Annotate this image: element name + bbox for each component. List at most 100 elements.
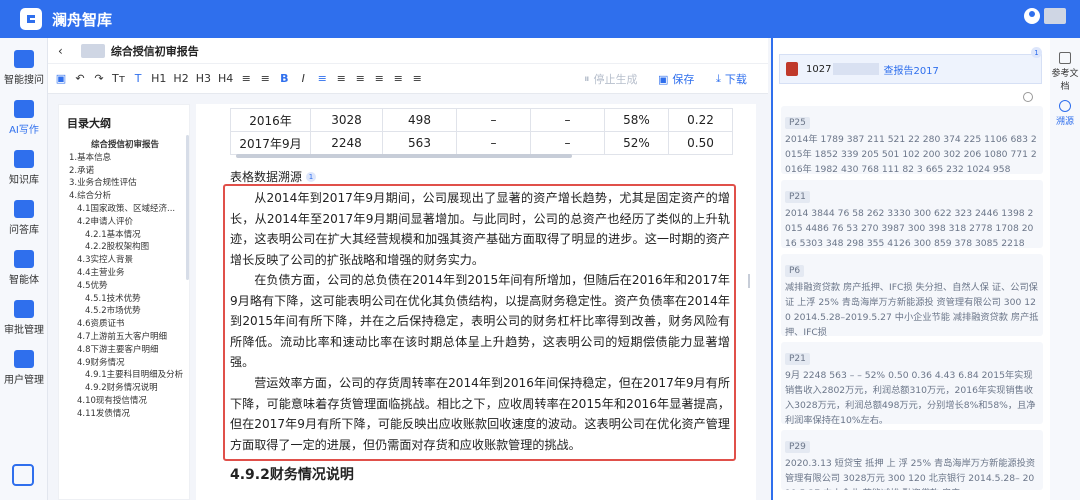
tab-reference-docs[interactable]: 参考文档 <box>1050 52 1080 92</box>
outline-item[interactable]: 4.9.2财务情况说明 <box>65 382 185 395</box>
app-title: 澜舟智库 <box>52 10 113 29</box>
reference-count-badge: 1 <box>1031 47 1042 58</box>
user-name-redacted <box>1044 8 1066 24</box>
nav-item-approval[interactable]: 审批管理 <box>0 300 48 336</box>
outline-list: 综合授信初审报告 1.基本信息 2.承诺 3.业务合规性评估 4.综合分析 4.1国家政策… <box>65 139 185 421</box>
reference-panel: 1027 查报告2017 P25 2014年 1789 387 211 521 … <box>771 38 1050 500</box>
section-label: 表格数据溯源 1 <box>230 168 317 185</box>
back-chevron-icon[interactable]: ‹ <box>58 44 63 58</box>
nav-item-knowledge-base[interactable]: 知识库 <box>0 150 48 186</box>
outline-item[interactable]: 综合授信初审报告 <box>65 139 185 152</box>
text-style-button[interactable]: T <box>132 72 144 85</box>
top-bar: 澜舟智库 <box>0 0 1080 38</box>
outline-item[interactable]: 2.承诺 <box>65 165 185 178</box>
qa-library-icon <box>14 200 34 218</box>
editor-area[interactable]: 2016年 3028 498 – – 58% 0.22 2017年9月 2248… <box>196 104 756 500</box>
undo-button[interactable]: ↶ <box>74 72 86 85</box>
user-menu[interactable] <box>1024 8 1066 24</box>
outline-item[interactable]: 4.10现有授信情况 <box>65 395 185 408</box>
reference-card[interactable]: P21 9月 2248 563 – – 52% 0.50 0.36 4.43 6… <box>781 342 1043 424</box>
align-left-button[interactable]: ≡ <box>316 72 328 85</box>
outline-item[interactable]: 4.8下游主要客户明细 <box>65 344 185 357</box>
paragraph[interactable]: 从2014年到2017年9月期间，公司展现出了显著的资产增长趋势，尤其是固定资产… <box>230 188 730 270</box>
outline-item[interactable]: 4.2.2股权架构图 <box>65 241 185 254</box>
nav-item-search[interactable]: 智能搜问 <box>0 50 48 86</box>
clear-format-button[interactable]: Tт <box>112 72 125 85</box>
align-center-button[interactable]: ≡ <box>335 72 347 85</box>
outline-item[interactable]: 4.5优势 <box>65 280 185 293</box>
chat-icon <box>14 50 34 68</box>
ai-writing-icon <box>14 100 34 118</box>
download-button[interactable]: ⤓ 下载 <box>716 71 747 87</box>
outline-item[interactable]: 4.11发债情况 <box>65 408 185 421</box>
italic-button[interactable]: I <box>297 72 309 85</box>
redo-button[interactable]: ↷ <box>93 72 105 85</box>
editor-toolbar: ▣ ↶ ↷ Tт T H1 H2 H3 H4 ≡ ≡ B I ≡ ≡ ≡ ≡ ≡… <box>48 64 768 94</box>
heading-4-button[interactable]: H4 <box>218 72 233 85</box>
outline-item[interactable]: 4.9.1主要科目明细及分析 <box>65 369 185 382</box>
outline-item[interactable]: 4.3实控人背景 <box>65 254 185 267</box>
stop-generation-button[interactable]: ⏸ 停止生成 <box>584 71 638 87</box>
reference-card[interactable]: P29 2020.3.13 短贷宝 抵押 上 浮 25% 青岛海岸万方新能源投资… <box>781 430 1043 490</box>
user-avatar-icon <box>1024 8 1040 24</box>
reference-card[interactable]: P21 2014 3844 76 58 262 3330 300 622 323… <box>781 180 1043 248</box>
user-icon <box>14 350 34 368</box>
heading-3-button[interactable]: H3 <box>196 72 211 85</box>
apps-grid-icon[interactable] <box>12 464 34 486</box>
tab-trace-source[interactable]: 溯源 <box>1050 100 1080 127</box>
table-horizontal-scrollbar[interactable] <box>236 154 572 158</box>
right-navigation: 参考文档 溯源 <box>1050 38 1080 500</box>
nav-item-agent[interactable]: 智能体 <box>0 250 48 286</box>
paragraph[interactable]: 营运效率方面，公司的存货周转率在2014年到2016年间保持稳定，但在2017年… <box>230 373 730 457</box>
financial-table: 2016年 3028 498 – – 58% 0.22 2017年9月 2248… <box>230 108 733 155</box>
list-button[interactable]: ≡ <box>392 72 404 85</box>
document-prefix-redacted <box>80 43 105 58</box>
section-heading[interactable]: 4.9.2财务情况说明 <box>230 464 354 484</box>
outline-item[interactable]: 1.基本信息 <box>65 152 185 165</box>
source-badge[interactable]: 1 <box>306 171 317 182</box>
reference-name-redacted <box>833 63 880 75</box>
approval-icon <box>14 300 34 318</box>
outline-item[interactable]: 4.4主营业务 <box>65 267 185 280</box>
reference-document[interactable]: 1027 查报告2017 <box>779 54 1042 84</box>
stop-icon: ⏸ <box>584 72 590 85</box>
heading-2-button[interactable]: H2 <box>173 72 188 85</box>
outline-item[interactable]: 4.综合分析 <box>65 190 185 203</box>
bold-button[interactable]: B <box>278 72 290 85</box>
outline-item[interactable]: 4.5.2市场优势 <box>65 305 185 318</box>
outline-item[interactable]: 4.2申请人评价 <box>65 216 185 229</box>
left-navigation: 智能搜问 AI写作 知识库 问答库 智能体 审批管理 用户管理 <box>0 38 48 500</box>
knowledge-base-icon <box>14 150 34 168</box>
nav-item-qa-library[interactable]: 问答库 <box>0 200 48 236</box>
robot-icon <box>14 250 34 268</box>
indent-increase-button[interactable]: ≡ <box>259 72 271 85</box>
reference-list: P25 2014年 1789 387 211 521 22 280 374 22… <box>781 100 1043 490</box>
heading-1-button[interactable]: H1 <box>151 72 166 85</box>
outline-item[interactable]: 4.7上游前五大客户明细 <box>65 331 185 344</box>
reference-card[interactable]: P6 减排融资贷款 房产抵押、IFC损 失分担、自然人保 证、公司保证 上浮 2… <box>781 254 1043 336</box>
outline-item[interactable]: 3.业务合规性评估 <box>65 177 185 190</box>
outline-item[interactable]: 4.6资质证书 <box>65 318 185 331</box>
nav-item-ai-writing[interactable]: AI写作 <box>0 100 48 136</box>
trace-icon <box>1059 100 1071 112</box>
ordered-list-button[interactable]: ≡ <box>411 72 423 85</box>
editor-scrollbar[interactable] <box>748 274 750 288</box>
table-row: 2016年 3028 498 – – 58% 0.22 <box>230 108 733 132</box>
outline-item[interactable]: 4.1国家政策、区域经济... <box>65 203 185 216</box>
indent-decrease-button[interactable]: ≡ <box>240 72 252 85</box>
nav-item-user-management[interactable]: 用户管理 <box>0 350 48 386</box>
save-button[interactable]: ▣ 保存 <box>658 71 694 87</box>
outline-item[interactable]: 4.5.1技术优势 <box>65 293 185 306</box>
save-icon: ▣ <box>658 72 669 86</box>
outline-scrollbar[interactable] <box>186 135 189 280</box>
paragraph[interactable]: 在负债方面，公司的总负债在2014年到2015年间有所增加，但随后在2016年和… <box>230 270 730 373</box>
align-right-button[interactable]: ≡ <box>354 72 366 85</box>
download-icon: ⤓ <box>716 72 721 85</box>
outline-item[interactable]: 4.9财务情况 <box>65 357 185 370</box>
outline-title: 目录大纲 <box>67 117 111 130</box>
toolbar-layout-icon[interactable]: ▣ <box>55 72 67 85</box>
align-justify-button[interactable]: ≡ <box>373 72 385 85</box>
outline-item[interactable]: 4.2.1基本情况 <box>65 229 185 242</box>
app-logo-icon <box>20 8 42 30</box>
reference-card[interactable]: P25 2014年 1789 387 211 521 22 280 374 22… <box>781 106 1043 174</box>
